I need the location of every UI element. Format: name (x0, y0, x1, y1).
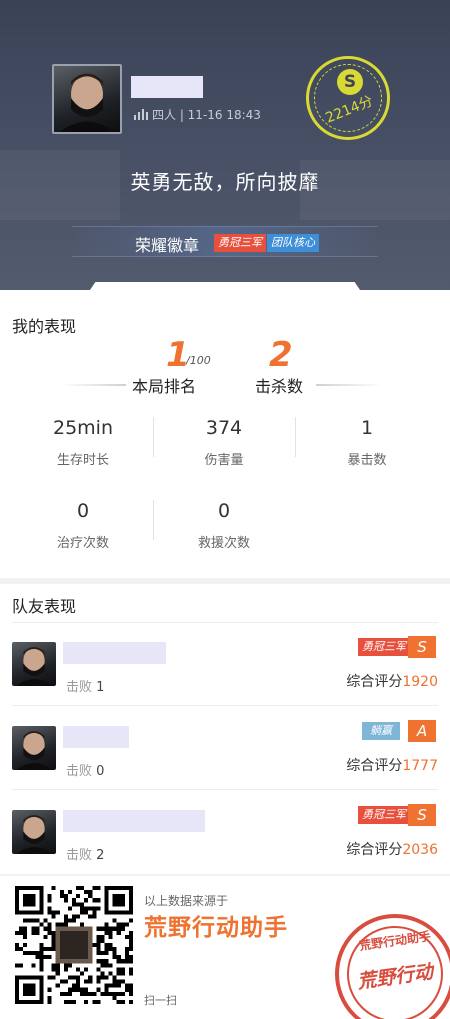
scan-hint: 扫一扫 (144, 994, 177, 1007)
stat-label: 暴击数 (347, 453, 387, 468)
decor-line (316, 384, 382, 386)
stat-label: 救援次数 (197, 536, 250, 551)
app-name: 荒野行动助手 (144, 915, 288, 941)
teammates-card: 队友表现 击败 1 勇冠三军 S 综合评分1920 击败 0 躺赢 A 综合评分… (0, 584, 450, 874)
stat-crits: 1 暴击数 (292, 417, 442, 468)
match-meta: 四人 | 11-16 18:43 (134, 106, 261, 123)
stat-label: 治疗次数 (56, 536, 109, 551)
teammate-overall: 综合评分1777 (346, 758, 438, 774)
teammate-name-hidden (63, 810, 205, 832)
app-seal-logo: 荒野行动助手 荒野行动 (335, 914, 450, 1019)
divider (12, 705, 438, 706)
source-text: 以上数据来源于 (144, 894, 229, 908)
stat-rescues: 0 救援次数 (149, 500, 299, 551)
stat-label: 伤害量 (204, 453, 244, 468)
rank-label: 本局排名 (132, 377, 197, 396)
result-header: 四人 | 11-16 18:43 S 2214分 英勇无敌，所向披靡 荣耀徽章 … (0, 0, 450, 290)
stat-value: 1 (360, 417, 374, 439)
teammate-avatar (12, 810, 56, 854)
badge-tag: 勇冠三军 (214, 234, 266, 252)
badge-tag: 团队核心 (267, 234, 319, 252)
teammate-row[interactable]: 击败 2 勇冠三军 S 综合评分2036 (0, 797, 450, 881)
teammate-overall: 综合评分1920 (346, 674, 438, 690)
decor-line (60, 384, 126, 386)
rank-total: /100 (186, 354, 211, 367)
teammate-defeats: 击败 1 (66, 680, 105, 695)
slogan: 英勇无敌，所向披靡 (130, 170, 320, 194)
divider (12, 789, 438, 790)
teammate-tag: 勇冠三军 (358, 638, 410, 656)
teammate-row[interactable]: 击败 0 躺赢 A 综合评分1777 (0, 713, 450, 797)
teammate-avatar (12, 642, 56, 686)
section-title: 我的表现 (12, 317, 77, 336)
source-footer: 以上数据来源于 荒野行动助手 扫一扫 荒野行动助手 荒野行动 (0, 876, 450, 1019)
teammate-overall: 综合评分2036 (346, 842, 438, 858)
kills-value: 2 (269, 335, 293, 375)
stat-label: 生存时长 (56, 453, 109, 468)
qr-code[interactable] (15, 886, 133, 1004)
grade-letter: S (337, 69, 363, 95)
teammate-avatar (12, 726, 56, 770)
stat-value: 25min (52, 417, 113, 439)
divider (12, 622, 438, 623)
teammate-row[interactable]: 击败 1 勇冠三军 S 综合评分1920 (0, 629, 450, 713)
grade-stamp: S 2214分 (306, 56, 390, 140)
stat-survival: 25min 生存时长 (8, 417, 158, 468)
squad-icon (134, 109, 148, 120)
honor-badges-label: 荣耀徽章 (135, 236, 200, 255)
teammate-grade: S (408, 636, 436, 658)
match-meta-text: 四人 | 11-16 18:43 (152, 108, 261, 122)
stat-damage: 374 伤害量 (149, 417, 299, 468)
teammate-tag: 勇冠三军 (358, 806, 410, 824)
section-title: 队友表现 (12, 597, 77, 616)
teammate-defeats: 击败 0 (66, 764, 105, 779)
stat-value: 0 (76, 500, 90, 522)
stat-value: 374 (205, 417, 243, 439)
teammate-defeats: 击败 2 (66, 848, 105, 863)
player-name-hidden (131, 76, 203, 98)
teammate-name-hidden (63, 726, 129, 748)
player-avatar (52, 64, 122, 134)
header-notch (90, 282, 360, 290)
honor-badges: 荣耀徽章 勇冠三军 团队核心 (72, 226, 378, 257)
stat-heals: 0 治疗次数 (8, 500, 158, 551)
teammate-grade: S (408, 804, 436, 826)
my-performance-card: 我的表现 1 /100 本局排名 2 击杀数 25min 生存时长 374 伤害… (0, 290, 450, 578)
stat-value: 0 (217, 500, 231, 522)
teammate-tag: 躺赢 (362, 722, 400, 740)
kills-label: 击杀数 (255, 377, 304, 396)
teammate-name-hidden (63, 642, 166, 664)
teammate-grade: A (408, 720, 436, 742)
